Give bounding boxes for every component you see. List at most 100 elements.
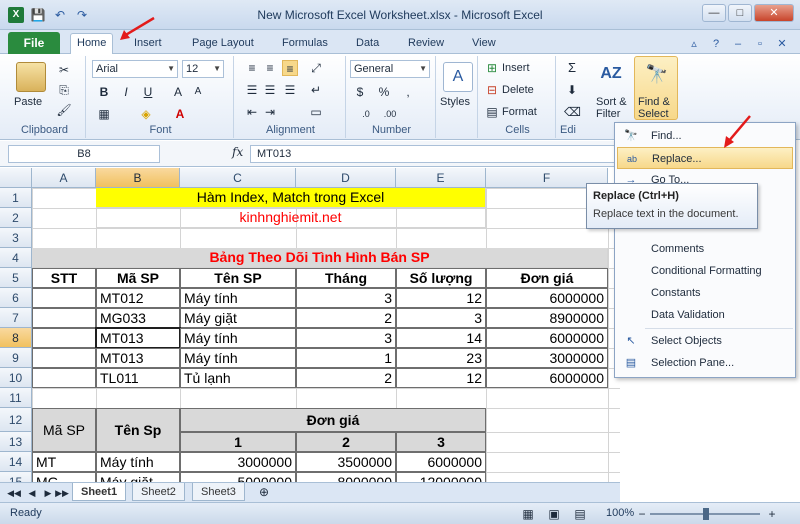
table-row[interactable]: TL011 xyxy=(96,368,180,388)
table-row[interactable]: 1 xyxy=(296,348,396,368)
table-row[interactable] xyxy=(32,288,96,308)
menu-item-find[interactable]: 🔭 Find... xyxy=(617,125,793,147)
paste-button[interactable]: Paste xyxy=(14,96,42,108)
header-don-gia[interactable]: Đơn giá xyxy=(486,268,608,288)
zoom-out-icon[interactable]: − xyxy=(634,506,650,522)
column-header-a[interactable]: A xyxy=(32,168,96,188)
row-header-14[interactable]: 14 xyxy=(0,452,32,472)
table-row[interactable]: MG033 xyxy=(96,308,180,328)
window-close-icon[interactable]: ✕ xyxy=(774,36,790,52)
price-header-3[interactable]: 3 xyxy=(396,432,486,452)
tab-data[interactable]: Data xyxy=(350,34,385,54)
sheet-tab-sheet2[interactable]: Sheet2 xyxy=(132,483,185,501)
formula-input[interactable]: MT013 xyxy=(250,145,620,163)
table-row[interactable] xyxy=(32,308,96,328)
align-middle-icon[interactable]: ≡ xyxy=(262,60,278,76)
insert-sheet-icon[interactable]: ⊕ xyxy=(256,484,272,500)
first-sheet-icon[interactable]: ◀◀ xyxy=(6,485,22,501)
table-row[interactable]: 12 xyxy=(396,368,486,388)
normal-view-icon[interactable]: ▦ xyxy=(520,506,536,522)
tab-file[interactable]: File xyxy=(8,32,60,54)
table-row[interactable]: 6000000 xyxy=(486,328,608,348)
sheet-title[interactable]: Hàm Index, Match trong Excel xyxy=(96,188,486,208)
table-row[interactable]: Máy tính xyxy=(180,288,296,308)
header-thang[interactable]: Tháng xyxy=(296,268,396,288)
menu-item-conditional-formatting[interactable]: Conditional Formatting xyxy=(617,260,793,282)
table-title[interactable]: Bảng Theo Dõi Tình Hình Bán SP xyxy=(32,248,608,268)
zoom-level[interactable]: 100% xyxy=(606,507,634,519)
price-header-1[interactable]: 1 xyxy=(180,432,296,452)
table-row[interactable]: 3 xyxy=(396,308,486,328)
binoculars-icon[interactable]: 🔭 xyxy=(642,60,672,90)
name-box[interactable]: B8 xyxy=(8,145,160,163)
table-row[interactable] xyxy=(32,368,96,388)
table-row[interactable]: 2 xyxy=(296,368,396,388)
currency-icon[interactable]: $ xyxy=(352,84,368,100)
sort-filter-icon[interactable]: AZ xyxy=(596,60,626,90)
menu-item-selection-pane[interactable]: ▤ Selection Pane... xyxy=(617,352,793,374)
align-center-icon[interactable]: ☰ xyxy=(262,82,278,98)
paste-icon[interactable] xyxy=(16,62,46,92)
row-header-11[interactable]: 11 xyxy=(0,388,32,408)
prev-sheet-icon[interactable]: ◀ xyxy=(24,485,40,501)
menu-item-select-objects[interactable]: ↖ Select Objects xyxy=(617,330,793,352)
price-row[interactable]: 8000000 xyxy=(296,472,396,482)
copy-icon[interactable]: ⎘ xyxy=(56,82,72,98)
fill-color-icon[interactable]: ◈ xyxy=(138,106,154,122)
borders-icon[interactable]: ▦ xyxy=(96,106,112,122)
underline-button[interactable]: U xyxy=(140,84,156,100)
row-header-2[interactable]: 2 xyxy=(0,208,32,228)
price-row[interactable]: 3500000 xyxy=(296,452,396,472)
row-header-12[interactable]: 12 xyxy=(0,408,32,432)
delete-cells-icon[interactable]: ⊟ xyxy=(484,82,500,98)
tab-view[interactable]: View xyxy=(466,34,502,54)
decrease-decimal-icon[interactable]: .00 xyxy=(382,106,398,122)
table-row[interactable]: 3 xyxy=(296,288,396,308)
menu-item-constants[interactable]: Constants xyxy=(617,282,793,304)
align-bottom-icon[interactable]: ≡ xyxy=(282,60,298,76)
last-sheet-icon[interactable]: ▶▶ xyxy=(54,485,70,501)
row-header-7[interactable]: 7 xyxy=(0,308,32,328)
sort-filter-button[interactable]: Sort & xyxy=(596,96,627,108)
row-header-6[interactable]: 6 xyxy=(0,288,32,308)
zoom-slider-knob[interactable] xyxy=(703,508,709,520)
price-row[interactable]: Máy giặt xyxy=(96,472,180,482)
window-minimize-icon[interactable]: – xyxy=(730,36,746,52)
table-row[interactable] xyxy=(32,348,96,368)
percent-icon[interactable]: % xyxy=(376,84,392,100)
table-row[interactable]: 12 xyxy=(396,288,486,308)
italic-button[interactable]: I xyxy=(118,84,134,100)
table-row[interactable]: Máy tính xyxy=(180,348,296,368)
number-format-combo[interactable]: General ▼ xyxy=(350,60,430,78)
tab-home[interactable]: Home xyxy=(70,33,114,55)
wrap-text-icon[interactable]: ↵ xyxy=(308,82,324,98)
grow-font-icon[interactable]: A xyxy=(170,84,186,100)
column-header-e[interactable]: E xyxy=(396,168,486,188)
table-row[interactable]: 8900000 xyxy=(486,308,608,328)
orientation-icon[interactable]: ⤢ xyxy=(308,60,324,76)
table-row[interactable]: 3000000 xyxy=(486,348,608,368)
maximize-button[interactable]: □ xyxy=(728,4,752,22)
merge-center-icon[interactable]: ▭ xyxy=(308,104,324,120)
zoom-slider[interactable] xyxy=(650,508,760,520)
price-row[interactable]: MT xyxy=(32,452,96,472)
table-row[interactable] xyxy=(32,328,96,348)
column-header-d[interactable]: D xyxy=(296,168,396,188)
row-header-15[interactable]: 15 xyxy=(0,472,32,482)
menu-item-replace[interactable]: ab Replace... xyxy=(617,147,793,169)
tab-formulas[interactable]: Formulas xyxy=(276,34,334,54)
column-header-b[interactable]: B xyxy=(96,168,180,188)
price-row[interactable]: 5000000 xyxy=(180,472,296,482)
row-header-10[interactable]: 10 xyxy=(0,368,32,388)
select-all-corner[interactable] xyxy=(0,168,32,188)
header-so-luong[interactable]: Số lượng xyxy=(396,268,486,288)
price-header-ten-sp[interactable]: Tên Sp xyxy=(96,408,180,452)
decrease-indent-icon[interactable]: ⇤ xyxy=(244,104,260,120)
insert-button[interactable]: Insert xyxy=(502,62,530,74)
clear-icon[interactable]: ⌫ xyxy=(564,104,581,120)
row-header-9[interactable]: 9 xyxy=(0,348,32,368)
header-ma-sp[interactable]: Mã SP xyxy=(96,268,180,288)
row-header-4[interactable]: 4 xyxy=(0,248,32,268)
price-header-don-gia[interactable]: Đơn giá xyxy=(180,408,486,432)
font-size-combo[interactable]: 12 ▼ xyxy=(182,60,224,78)
